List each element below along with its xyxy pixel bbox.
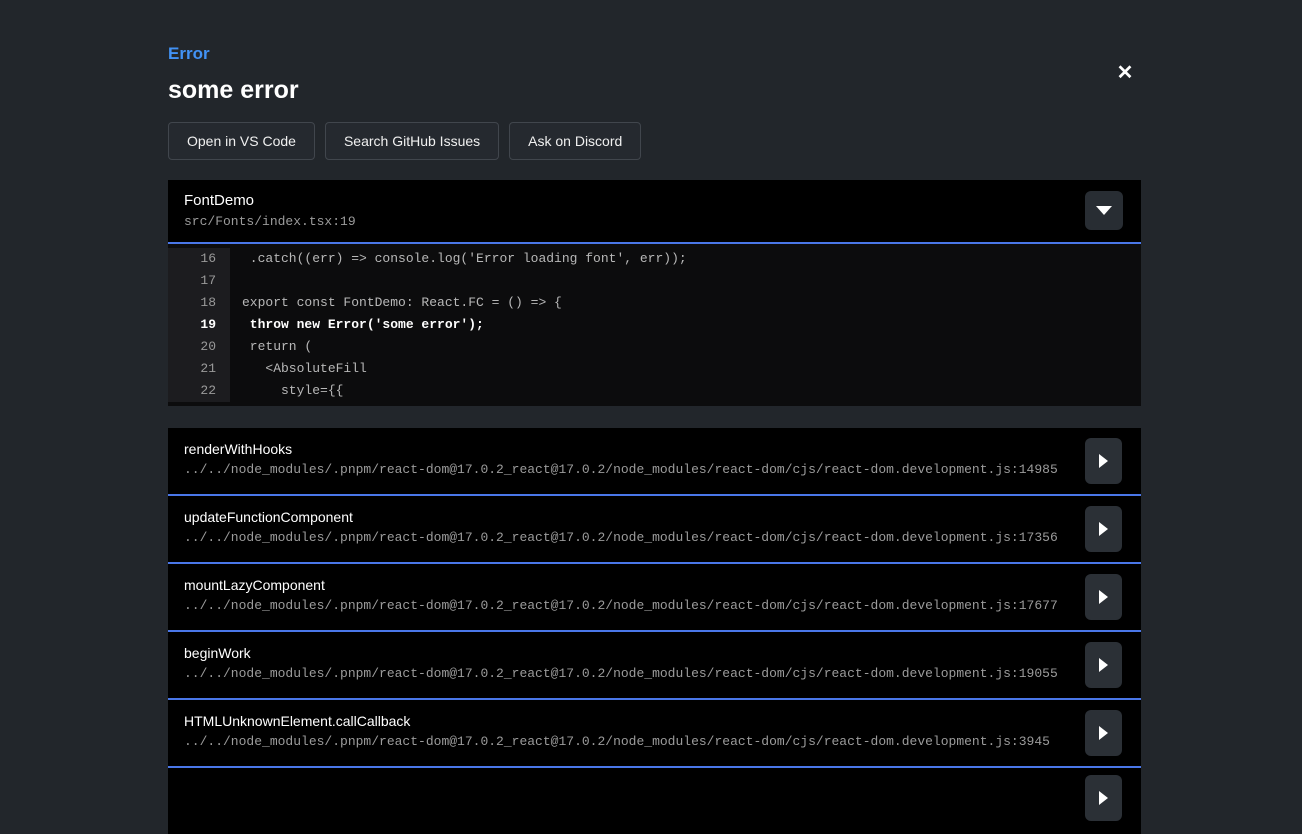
stack-frame-name: updateFunctionComponent — [184, 508, 1071, 526]
stack-frame-name: beginWork — [184, 644, 1071, 662]
code-line-text: return ( — [230, 336, 1141, 358]
frame-function-name: FontDemo — [184, 192, 1125, 210]
chevron-right-icon — [1099, 726, 1108, 740]
stack-frame-path: ../../node_modules/.pnpm/react-dom@17.0.… — [184, 666, 1071, 682]
stack-frame-row: HTMLUnknownElement.callCallback ../../no… — [168, 700, 1141, 768]
chevron-right-icon — [1099, 791, 1108, 805]
error-overlay: Error some error Open in VS Code Search … — [168, 0, 1141, 834]
stack-frame-row: updateFunctionComponent ../../node_modul… — [168, 496, 1141, 564]
stack-frame-path: ../../node_modules/.pnpm/react-dom@17.0.… — [184, 462, 1071, 478]
stack-frame-row: mountLazyComponent ../../node_modules/.p… — [168, 564, 1141, 632]
code-line: 21 <AbsoluteFill — [168, 358, 1141, 380]
stack-frame-path: ../../node_modules/.pnpm/react-dom@17.0.… — [184, 734, 1071, 750]
stack-frame-path: ../../node_modules/.pnpm/react-dom@17.0.… — [184, 530, 1071, 546]
stack-frame-row: renderWithHooks ../../node_modules/.pnpm… — [168, 428, 1141, 496]
code-line-text: throw new Error('some error'); — [230, 314, 1141, 336]
code-line-highlighted: 19 throw new Error('some error'); — [168, 314, 1141, 336]
expand-frame-button[interactable] — [1085, 642, 1122, 688]
stack-frame-name: renderWithHooks — [184, 440, 1071, 458]
code-snippet: 16 .catch((err) => console.log('Error lo… — [168, 244, 1141, 406]
code-line: 20 return ( — [168, 336, 1141, 358]
error-message-title: some error — [168, 76, 1141, 104]
code-line-text — [230, 270, 1141, 292]
expand-frame-button[interactable] — [1085, 710, 1122, 756]
expand-frame-button[interactable] — [1085, 506, 1122, 552]
line-number: 18 — [168, 292, 230, 314]
code-line: 22 style={{ — [168, 380, 1141, 402]
chevron-right-icon — [1099, 658, 1108, 672]
code-line-text: style={{ — [230, 380, 1141, 402]
stack-frame-name: HTMLUnknownElement.callCallback — [184, 712, 1071, 730]
action-button-row: Open in VS Code Search GitHub Issues Ask… — [168, 122, 1141, 160]
line-number: 17 — [168, 270, 230, 292]
code-line: 18 export const FontDemo: React.FC = () … — [168, 292, 1141, 314]
frame-source-location: src/Fonts/index.tsx:19 — [184, 214, 1125, 230]
stack-frame-row-partial — [168, 768, 1141, 834]
expand-frame-button[interactable] — [1085, 438, 1122, 484]
line-number: 20 — [168, 336, 230, 358]
code-line-text: .catch((err) => console.log('Error loadi… — [230, 248, 1141, 270]
main-frame-header: FontDemo src/Fonts/index.tsx:19 — [168, 180, 1141, 244]
collapse-frame-button[interactable] — [1085, 191, 1123, 230]
line-number: 22 — [168, 380, 230, 402]
error-kicker: Error — [168, 44, 1141, 64]
line-number: 16 — [168, 248, 230, 270]
stack-frame-name: mountLazyComponent — [184, 576, 1071, 594]
code-line: 17 — [168, 270, 1141, 292]
chevron-down-icon — [1096, 206, 1112, 215]
stack-trace-list: renderWithHooks ../../node_modules/.pnpm… — [168, 428, 1141, 834]
stack-frame-path: ../../node_modules/.pnpm/react-dom@17.0.… — [184, 598, 1071, 614]
chevron-right-icon — [1099, 590, 1108, 604]
search-github-issues-button[interactable]: Search GitHub Issues — [325, 122, 499, 160]
chevron-right-icon — [1099, 522, 1108, 536]
line-number: 21 — [168, 358, 230, 380]
code-line-text: export const FontDemo: React.FC = () => … — [230, 292, 1141, 314]
stack-frame-row: beginWork ../../node_modules/.pnpm/react… — [168, 632, 1141, 700]
ask-on-discord-button[interactable]: Ask on Discord — [509, 122, 641, 160]
chevron-right-icon — [1099, 454, 1108, 468]
code-line-text: <AbsoluteFill — [230, 358, 1141, 380]
expand-frame-button[interactable] — [1085, 775, 1122, 821]
code-line: 16 .catch((err) => console.log('Error lo… — [168, 248, 1141, 270]
line-number: 19 — [168, 314, 230, 336]
expand-frame-button[interactable] — [1085, 574, 1122, 620]
open-in-vscode-button[interactable]: Open in VS Code — [168, 122, 315, 160]
main-stack-frame-card: FontDemo src/Fonts/index.tsx:19 16 .catc… — [168, 180, 1141, 406]
